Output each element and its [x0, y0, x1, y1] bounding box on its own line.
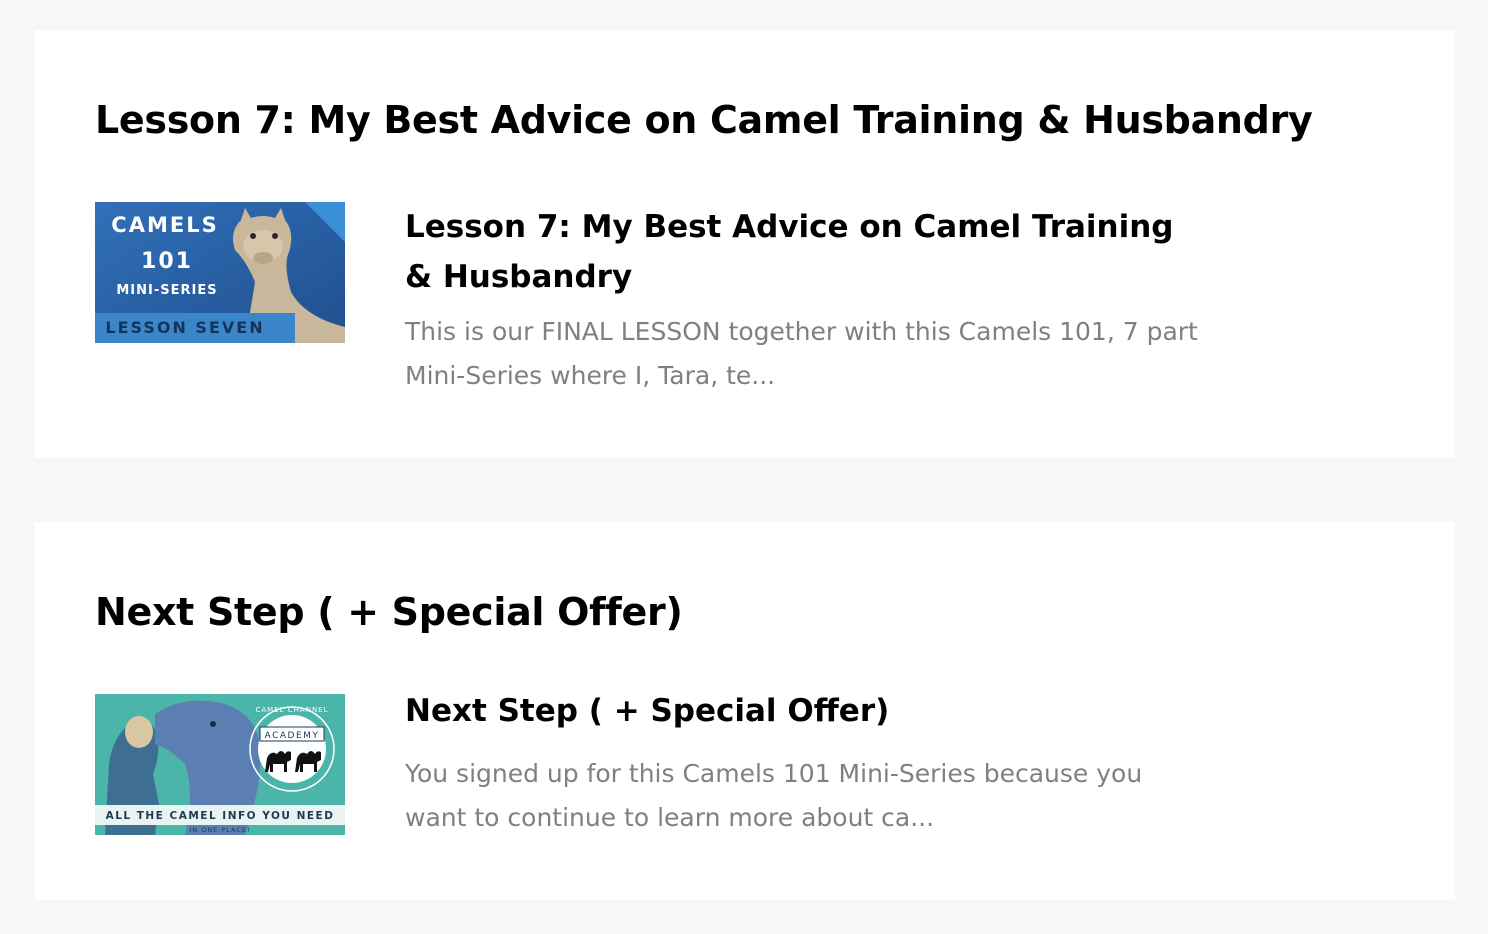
svg-text:ACADEMY: ACADEMY — [265, 731, 320, 741]
lesson-thumbnail[interactable]: CAMELS 101 MINI-SERIES LESSON SEVEN — [95, 202, 345, 343]
lesson-card: Next Step ( + Special Offer) ACADEMY CAM… — [35, 522, 1455, 900]
svg-text:IN ONE PLACE!: IN ONE PLACE! — [189, 826, 250, 834]
lesson-description: This is our FINAL LESSON together with t… — [405, 317, 1198, 390]
camels-101-thumbnail-image: CAMELS 101 MINI-SERIES LESSON SEVEN — [95, 202, 345, 343]
svg-text:101: 101 — [141, 249, 193, 274]
section-title: Next Step ( + Special Offer) — [95, 590, 683, 634]
section-title: Lesson 7: My Best Advice on Camel Traini… — [95, 98, 1313, 142]
svg-text:ALL THE CAMEL INFO YOU NEED: ALL THE CAMEL INFO YOU NEED — [106, 810, 335, 822]
lesson-title-link[interactable]: Next Step ( + Special Offer) — [405, 686, 1185, 736]
lesson-title-link[interactable]: Lesson 7: My Best Advice on Camel Traini… — [405, 202, 1185, 302]
svg-text:LESSON SEVEN: LESSON SEVEN — [105, 318, 264, 337]
lesson-thumbnail[interactable]: ACADEMY CAMEL CHANNEL ALL THE CAMEL INFO… — [95, 694, 345, 835]
svg-text:MINI-SERIES: MINI-SERIES — [116, 283, 217, 298]
camel-academy-thumbnail-image: ACADEMY CAMEL CHANNEL ALL THE CAMEL INFO… — [95, 694, 345, 835]
academy-badge-icon: ACADEMY CAMEL CHANNEL — [249, 706, 335, 792]
lesson-card: Lesson 7: My Best Advice on Camel Traini… — [35, 30, 1455, 458]
svg-text:CAMELS: CAMELS — [111, 213, 218, 237]
lesson-description: You signed up for this Camels 101 Mini-S… — [405, 759, 1143, 832]
svg-text:CAMEL CHANNEL: CAMEL CHANNEL — [256, 706, 329, 714]
